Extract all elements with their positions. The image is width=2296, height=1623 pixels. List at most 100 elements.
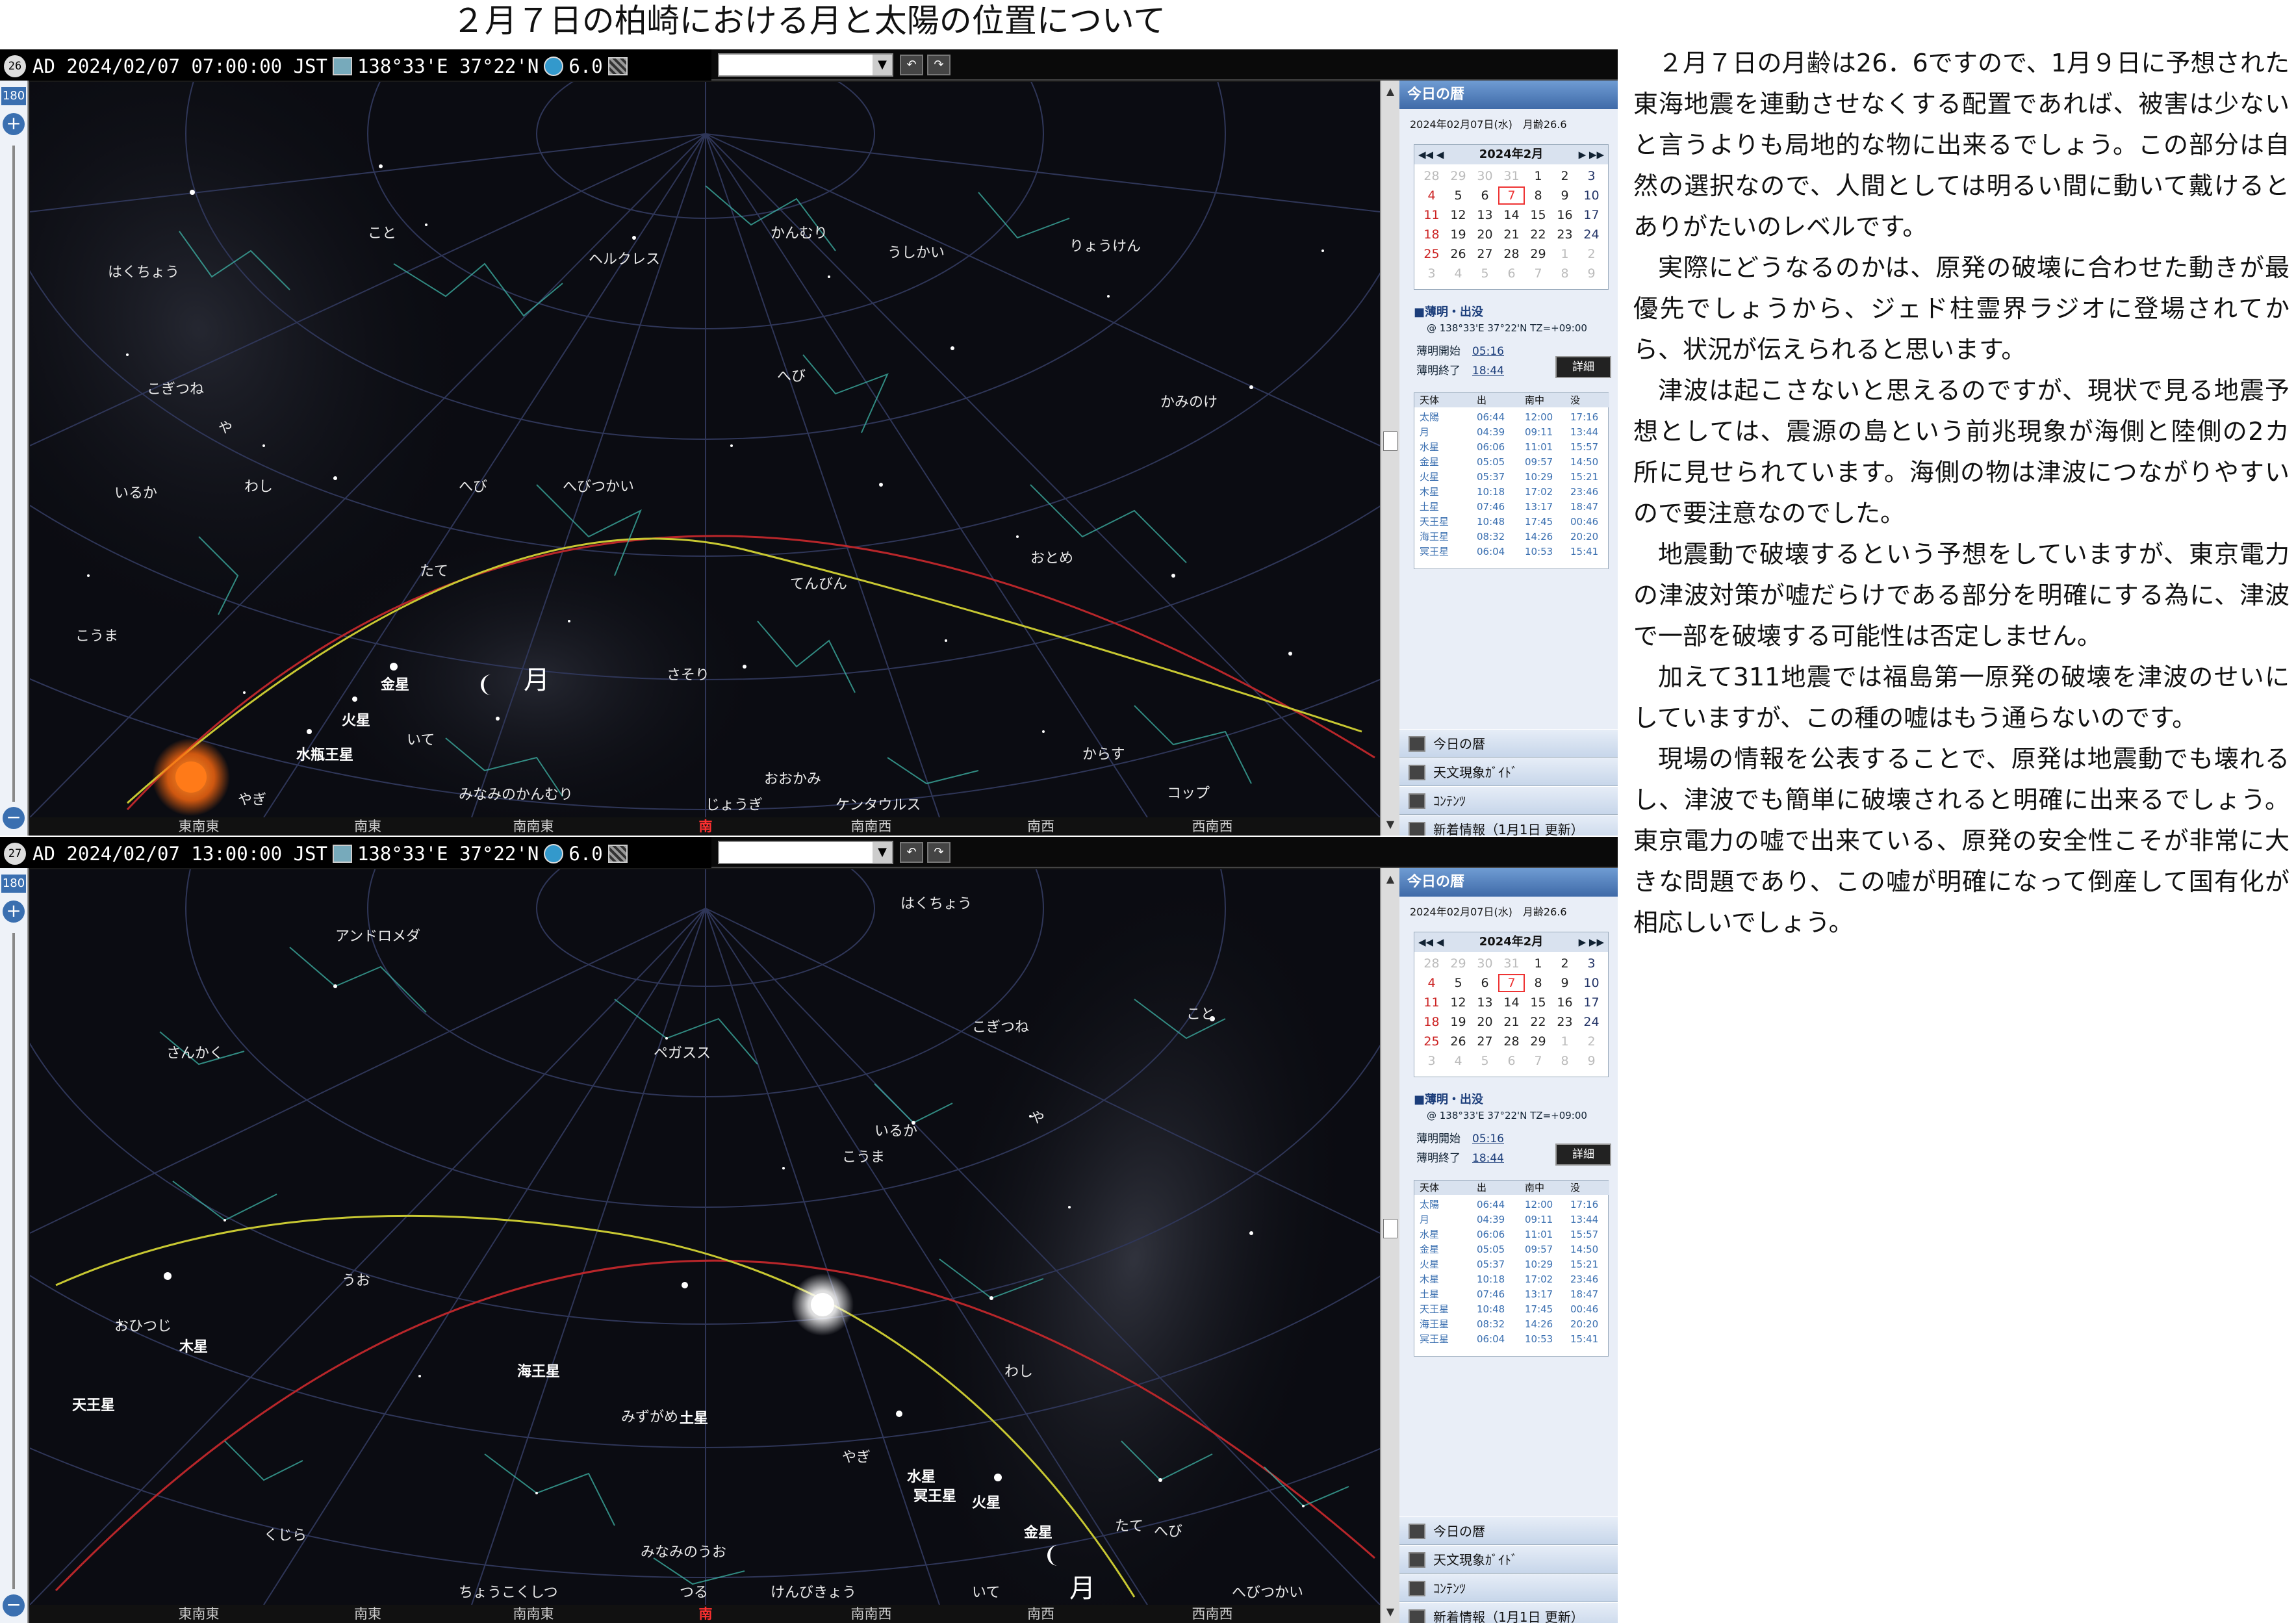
calendar-day[interactable]: 23 [1551, 1013, 1578, 1031]
calendar-day[interactable]: 15 [1525, 993, 1551, 1012]
sky-canvas[interactable]: ことはくちょうヘルクレスかんむりうしかい りょうけんこぎつねやへびかみのけへびつか… [30, 82, 1380, 817]
sky-view[interactable]: はくちょう アンドロメダ こと さんかく こぎつね ペガススやいるか こうま うお おひつじ 海王… [30, 869, 1380, 1605]
vertical-scrollbar[interactable]: ▲ ▼ [1380, 868, 1399, 1623]
calendar-day[interactable]: 19 [1445, 225, 1472, 244]
calendar-day[interactable]: 1 [1525, 167, 1551, 185]
calendar-day[interactable]: 29 [1525, 245, 1551, 263]
calendar-day[interactable]: 6 [1472, 974, 1498, 992]
calendar-day[interactable]: 6 [1498, 264, 1525, 283]
forward-icon[interactable]: ↷ [927, 842, 950, 863]
calendar-day[interactable]: 8 [1525, 974, 1551, 992]
sky-canvas[interactable]: はくちょうアンドロメダことさんかく こぎつねペガススやいるかこうまうおおひつじ海王… [30, 869, 1380, 1605]
twilight-start-link[interactable]: 05:16 [1472, 345, 1504, 358]
link-news[interactable]: 新着情報（1月1日 更新） [1399, 815, 1618, 836]
calendar-day[interactable]: 29 [1525, 1032, 1551, 1051]
calendar-day[interactable]: 10 [1578, 186, 1605, 205]
calendar-day[interactable]: 4 [1445, 264, 1472, 283]
rewind-icon[interactable]: ↶ [900, 842, 923, 863]
datetime-readout[interactable]: AD 2024/02/07 13:00:00 JST [32, 838, 327, 869]
location-readout[interactable]: 138°33'E 37°22'N [357, 838, 539, 869]
calendar-day[interactable]: 9 [1551, 186, 1578, 205]
location-readout[interactable]: 138°33'E 37°22'N [357, 51, 539, 82]
calendar-day[interactable]: 7 [1525, 264, 1551, 283]
calendar-day[interactable]: 17 [1578, 993, 1605, 1012]
calendar-day[interactable]: 9 [1578, 264, 1605, 283]
calendar-day[interactable]: 28 [1498, 1032, 1525, 1051]
calendar-day[interactable]: 2 [1578, 1032, 1605, 1051]
calendar-day[interactable]: 24 [1578, 1013, 1605, 1031]
calendar-day[interactable]: 31 [1498, 954, 1525, 973]
calendar-day[interactable]: 20 [1472, 225, 1498, 244]
sky-view[interactable]: こと はくちょう ヘルクレス かんむり うしかい りょうけん こぎつねやへび かみのけ へびつか… [30, 82, 1380, 817]
scroll-down-icon[interactable]: ▼ [1383, 816, 1398, 833]
calendar-day[interactable]: 5 [1472, 264, 1498, 283]
magnitude-readout[interactable]: 6.0 [568, 838, 602, 869]
calendar-day[interactable]: 14 [1498, 206, 1525, 224]
zoom-out-icon[interactable]: − [3, 807, 25, 829]
calendar-day[interactable]: 22 [1525, 225, 1551, 244]
calendar-day[interactable]: 2 [1551, 167, 1578, 185]
display-mode-icon[interactable] [607, 845, 628, 863]
chevron-down-icon[interactable]: ▼ [873, 842, 892, 863]
calendar-next-button[interactable]: ▶ ▶▶ [1579, 145, 1604, 164]
scroll-up-icon[interactable]: ▲ [1383, 83, 1398, 100]
calendar-day[interactable]: 27 [1472, 245, 1498, 263]
vertical-scrollbar[interactable]: ▲ ▼ [1380, 81, 1399, 836]
calendar-day[interactable]: 5 [1472, 1052, 1498, 1070]
calendar-day[interactable]: 6 [1472, 186, 1498, 205]
display-mode-icon[interactable] [607, 57, 628, 75]
calendar-day[interactable]: 4 [1418, 974, 1445, 992]
calendar-day[interactable]: 1 [1525, 954, 1551, 973]
calendar-next-button[interactable]: ▶ ▶▶ [1579, 932, 1604, 952]
calendar-day[interactable]: 30 [1472, 954, 1498, 973]
twilight-end-link[interactable]: 18:44 [1472, 1152, 1504, 1165]
calendar-day[interactable]: 15 [1525, 206, 1551, 224]
globe-icon[interactable] [544, 57, 564, 76]
calendar-day[interactable]: 31 [1498, 167, 1525, 185]
calendar-day[interactable]: 27 [1472, 1032, 1498, 1051]
zoom-in-icon[interactable]: + [3, 113, 25, 135]
calendar-day[interactable]: 2 [1578, 245, 1605, 263]
calendar-day[interactable]: 23 [1551, 225, 1578, 244]
globe-icon[interactable] [544, 844, 564, 863]
calendar-day[interactable]: 7 [1498, 186, 1525, 205]
calendar-day[interactable]: 10 [1578, 974, 1605, 992]
calendar-day[interactable]: 28 [1418, 167, 1445, 185]
calendar-day[interactable]: 18 [1418, 1013, 1445, 1031]
magnitude-readout[interactable]: 6.0 [568, 51, 602, 82]
zoom-slider[interactable] [12, 146, 15, 802]
calendar-day[interactable]: 6 [1498, 1052, 1525, 1070]
scroll-thumb[interactable] [1383, 1219, 1397, 1238]
link-today-calendar[interactable]: 今日の暦 [1399, 729, 1618, 758]
calendar-day[interactable]: 8 [1525, 186, 1551, 205]
calendar-day[interactable]: 3 [1418, 264, 1445, 283]
calendar-day[interactable]: 29 [1445, 954, 1472, 973]
calendar-day[interactable]: 13 [1472, 206, 1498, 224]
calendar-day[interactable]: 5 [1445, 186, 1472, 205]
zoom-slider[interactable] [12, 933, 15, 1589]
link-contents[interactable]: ｺﾝﾃﾝﾂ [1399, 1574, 1618, 1602]
calendar-day[interactable]: 24 [1578, 225, 1605, 244]
calendar-day[interactable]: 2 [1551, 954, 1578, 973]
calendar-day[interactable]: 26 [1445, 245, 1472, 263]
detail-button[interactable]: 詳細 [1555, 356, 1611, 378]
calendar-day[interactable]: 14 [1498, 993, 1525, 1012]
rewind-icon[interactable]: ↶ [900, 55, 923, 75]
datetime-readout[interactable]: AD 2024/02/07 07:00:00 JST [32, 51, 327, 82]
view-select[interactable]: ▼ [718, 53, 893, 77]
calendar-day[interactable]: 12 [1445, 993, 1472, 1012]
calendar-day[interactable]: 28 [1418, 954, 1445, 973]
calendar-day[interactable]: 26 [1445, 1032, 1472, 1051]
calendar-day[interactable]: 1 [1551, 245, 1578, 263]
time-settings-icon[interactable] [332, 57, 352, 75]
link-astro-guide[interactable]: 天文現象ｶﾞｲﾄﾞ [1399, 758, 1618, 786]
calendar-day[interactable]: 3 [1578, 954, 1605, 973]
calendar-day[interactable]: 25 [1418, 245, 1445, 263]
calendar-day[interactable]: 29 [1445, 167, 1472, 185]
scroll-up-icon[interactable]: ▲ [1383, 871, 1398, 888]
twilight-start-link[interactable]: 05:16 [1472, 1132, 1504, 1145]
calendar-day[interactable]: 4 [1418, 186, 1445, 205]
chevron-down-icon[interactable]: ▼ [873, 55, 892, 75]
calendar-day[interactable]: 13 [1472, 993, 1498, 1012]
detail-button[interactable]: 詳細 [1555, 1144, 1611, 1166]
